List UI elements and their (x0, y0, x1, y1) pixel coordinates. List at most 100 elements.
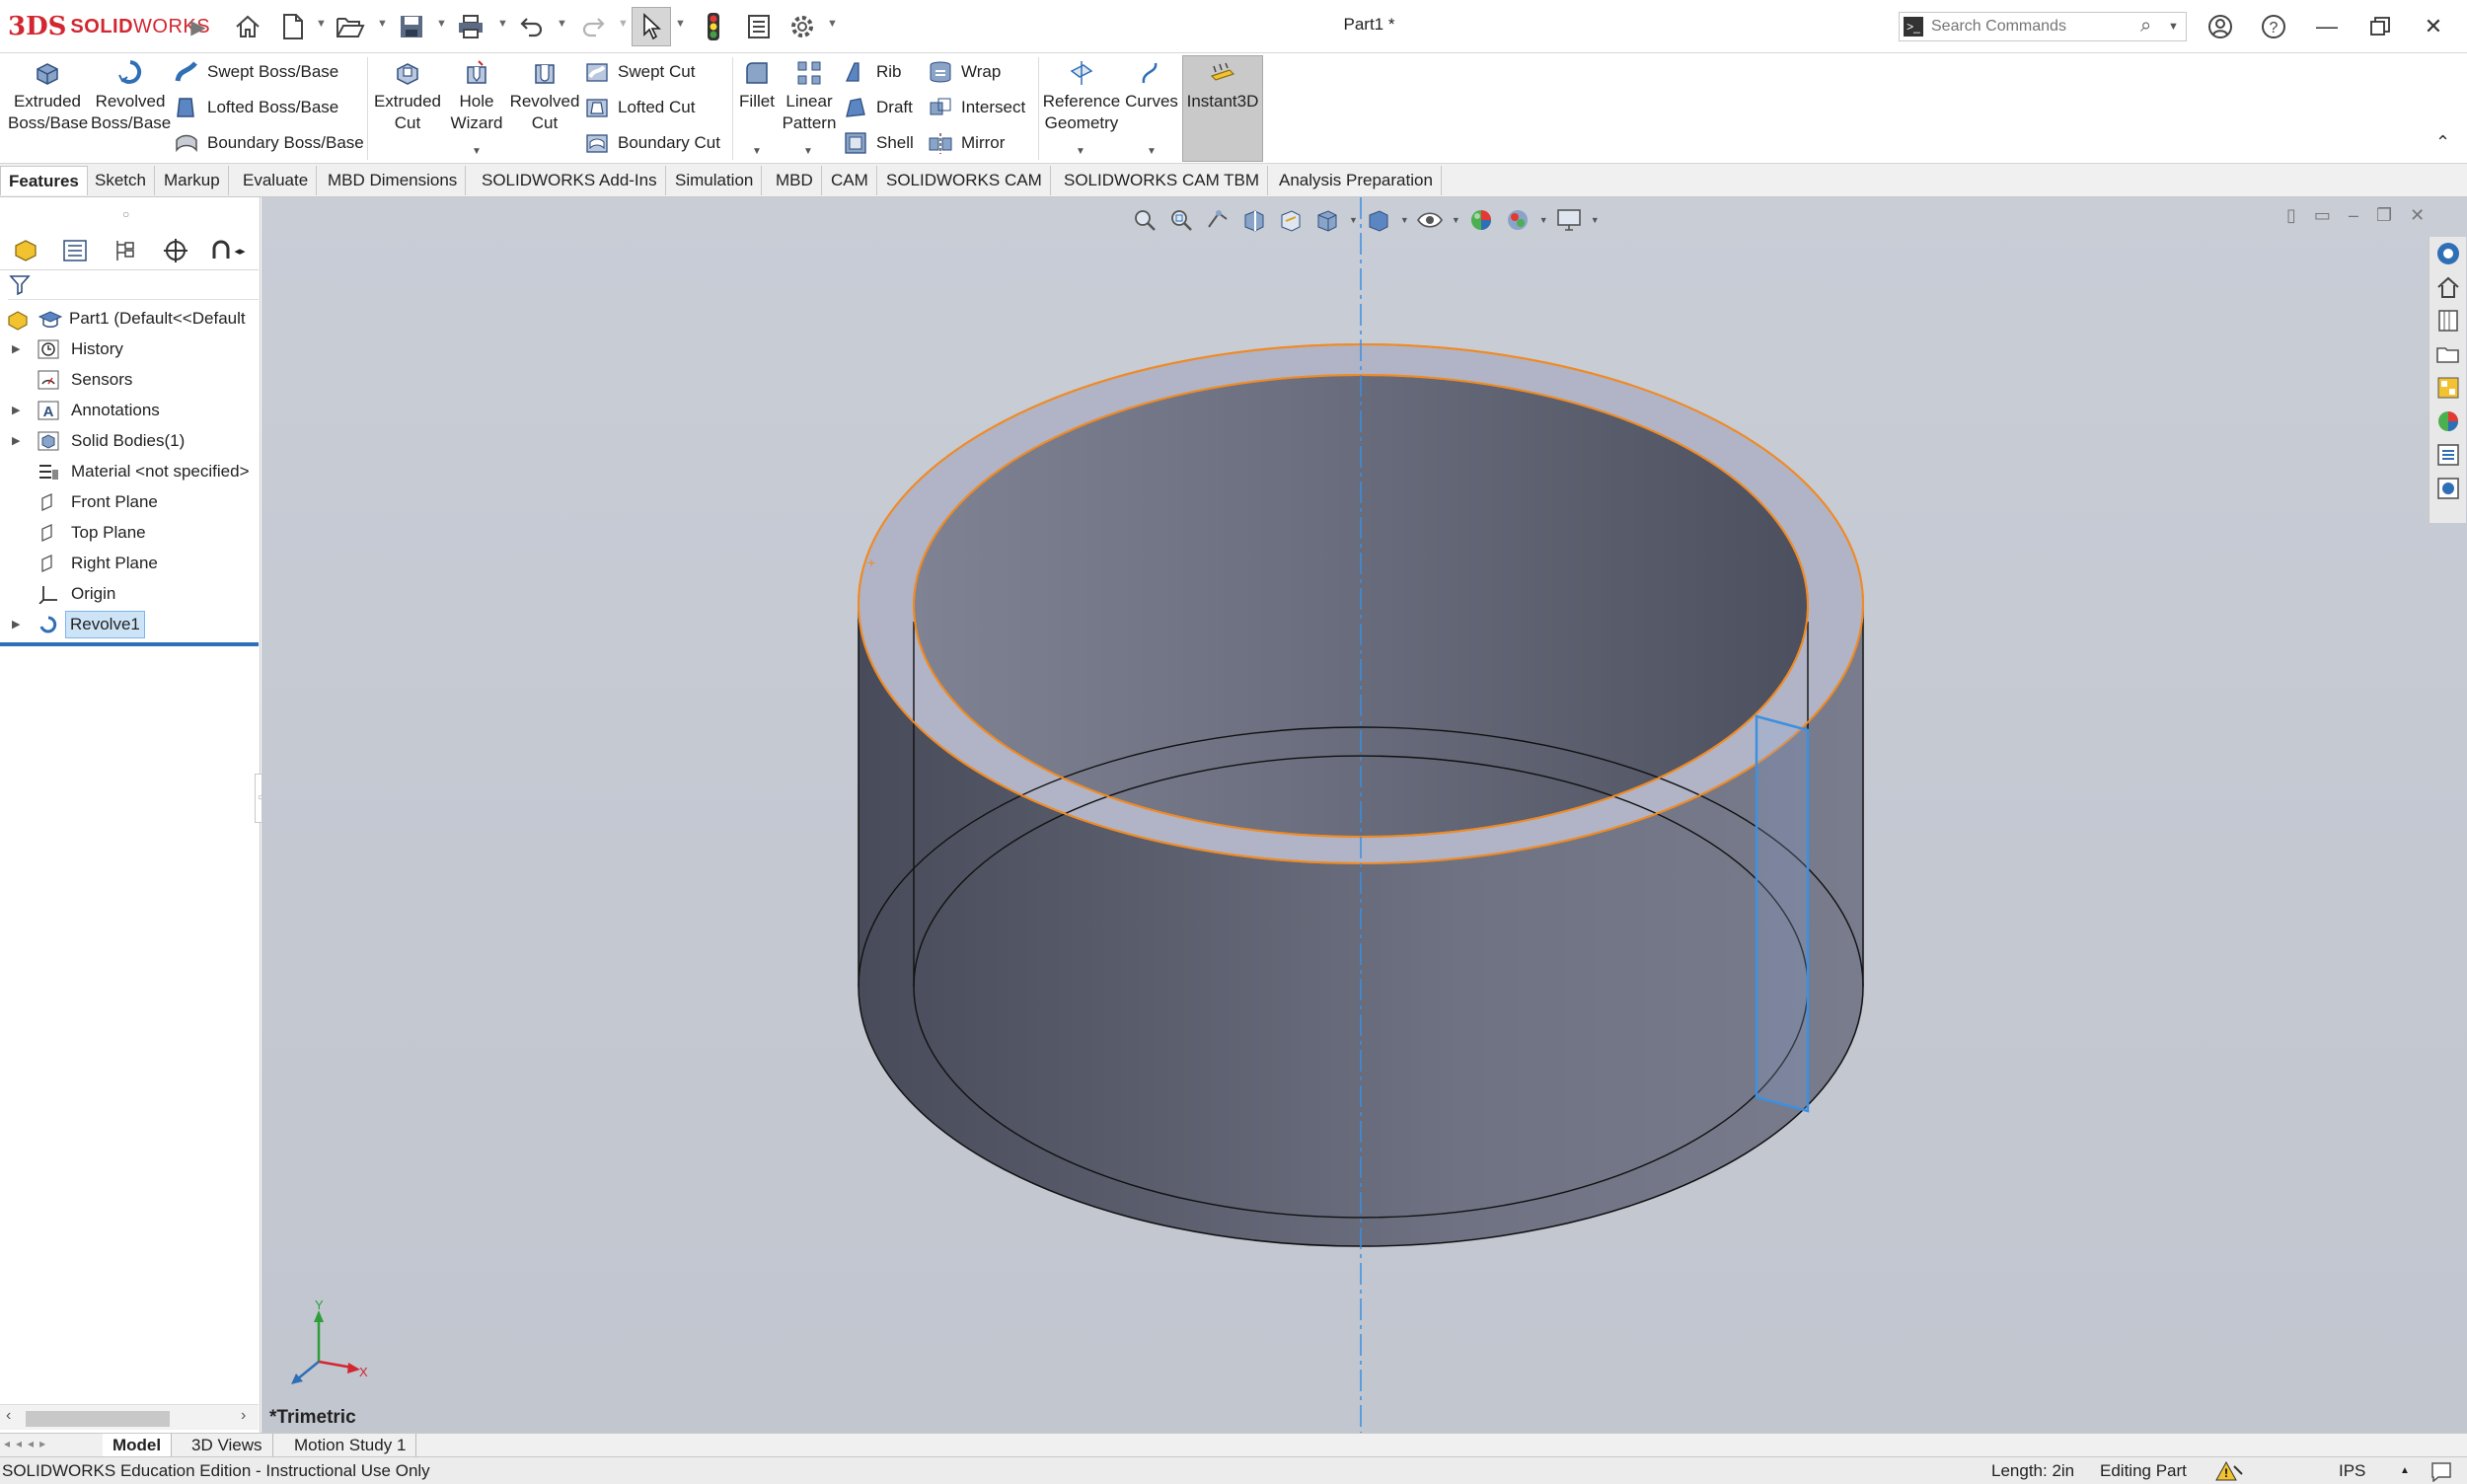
open-icon[interactable] (334, 10, 367, 43)
tab-cam[interactable]: CAM (823, 166, 877, 195)
open-dropdown-icon[interactable]: ▼ (377, 18, 388, 30)
extruded-cut-button[interactable]: Extruded Cut (371, 57, 444, 134)
extruded-boss-button[interactable]: Extruded Boss/Base (8, 57, 88, 134)
undo-dropdown-icon[interactable]: ▼ (557, 18, 567, 30)
tree-item-annotations[interactable]: ▶ A Annotations (0, 396, 259, 425)
tree-filter[interactable] (8, 272, 259, 300)
save-dropdown-icon[interactable]: ▼ (436, 18, 447, 30)
revolve-profile-sketch[interactable] (1755, 714, 1810, 1113)
feature-manager-tab-icon[interactable] (4, 235, 47, 266)
solidworks-forum-icon[interactable] (2435, 476, 2461, 501)
rollback-bar[interactable] (0, 642, 259, 646)
redo-icon[interactable] (576, 10, 610, 43)
tab-markup[interactable]: Markup (156, 166, 229, 195)
swept-boss-button[interactable]: Swept Boss/Base (174, 57, 338, 87)
quick-tips-icon[interactable] (2430, 1460, 2453, 1484)
unit-system[interactable]: IPS (2339, 1457, 2365, 1484)
home-icon[interactable] (231, 10, 264, 43)
tree-horizontal-scrollbar[interactable]: ‹ › (0, 1404, 259, 1430)
hole-wizard-button[interactable]: Hole Wizard (446, 57, 507, 134)
display-manager-tab-icon[interactable]: ◂▸ (203, 235, 253, 266)
wrap-button[interactable]: Wrap (928, 57, 1001, 87)
lofted-boss-button[interactable]: Lofted Boss/Base (174, 93, 338, 122)
print-dropdown-icon[interactable]: ▼ (497, 18, 508, 30)
panel-tabs-scroll-icon[interactable]: ◂▸ (234, 245, 245, 258)
tab-solidworks-cam-tbm[interactable]: SOLIDWORKS CAM TBM (1056, 166, 1269, 195)
new-dropdown-icon[interactable]: ▼ (316, 18, 327, 30)
tab-solidworks-cam[interactable]: SOLIDWORKS CAM (878, 166, 1051, 195)
custom-properties-icon[interactable] (2435, 442, 2461, 468)
curves-button[interactable]: Curves (1123, 57, 1180, 112)
rebuild-warning-icon[interactable]: ! (2214, 1460, 2244, 1484)
save-icon[interactable] (395, 10, 428, 43)
expand-arrow-icon[interactable]: ▶ (12, 610, 20, 639)
pattern-dropdown-icon[interactable]: ▼ (803, 146, 813, 157)
tab-mbd[interactable]: MBD (768, 166, 822, 195)
tab-motion-study-1[interactable]: Motion Study 1 (284, 1434, 417, 1457)
tree-item-origin[interactable]: Origin (0, 579, 259, 609)
scroll-thumb[interactable] (26, 1411, 170, 1427)
select-dropdown-icon[interactable]: ▼ (675, 18, 686, 30)
revolved-boss-button[interactable]: Revolved Boss/Base (91, 57, 171, 134)
tree-item-material[interactable]: Material <not specified> (0, 457, 259, 486)
tab-sketch[interactable]: Sketch (87, 166, 155, 195)
tree-item-solid-bodies[interactable]: ▶ Solid Bodies(1) (0, 426, 259, 456)
cylinder-ring-model[interactable]: + Y X (262, 197, 2467, 1433)
dimxpert-manager-tab-icon[interactable] (154, 235, 197, 266)
home-tab-icon[interactable] (2435, 274, 2461, 300)
file-explorer-icon[interactable] (2435, 341, 2461, 367)
options-dropdown-icon[interactable]: ▼ (827, 18, 838, 30)
tree-item-right-plane[interactable]: Right Plane (0, 549, 259, 578)
swept-cut-button[interactable]: Swept Cut (584, 57, 695, 87)
close-window-icon[interactable]: ✕ (2414, 8, 2453, 45)
tree-item-front-plane[interactable]: Front Plane (0, 487, 259, 517)
restore-window-icon[interactable] (2360, 8, 2400, 45)
fillet-dropdown-icon[interactable]: ▼ (752, 146, 762, 157)
tab-analysis-preparation[interactable]: Analysis Preparation (1271, 166, 1442, 195)
unit-system-dropdown-icon[interactable]: ▲ (2400, 1457, 2410, 1484)
lofted-cut-button[interactable]: Lofted Cut (584, 93, 695, 122)
expand-arrow-icon[interactable]: ▶ (12, 426, 20, 456)
tree-item-sensors[interactable]: Sensors (0, 365, 259, 395)
boundary-boss-button[interactable]: Boundary Boss/Base (174, 128, 364, 158)
minimize-window-icon[interactable]: — (2307, 8, 2347, 45)
scroll-right-icon[interactable]: › (241, 1407, 246, 1425)
tab-evaluate[interactable]: Evaluate (235, 166, 318, 195)
options-gear-icon[interactable] (785, 10, 819, 43)
tree-item-revolve1[interactable]: ▶ Revolve1 (0, 610, 259, 639)
filter-funnel-icon[interactable] (8, 272, 32, 296)
tree-item-history[interactable]: ▶ History (0, 334, 259, 364)
search-icon[interactable]: ⌕ (2140, 15, 2151, 37)
undo-icon[interactable] (515, 10, 549, 43)
configuration-manager-tab-icon[interactable] (105, 235, 148, 266)
rib-button[interactable]: Rib (843, 57, 902, 87)
tab-3d-views[interactable]: 3D Views (182, 1434, 273, 1457)
reference-geometry-dropdown-icon[interactable]: ▼ (1076, 146, 1085, 157)
view-palette-icon[interactable] (2435, 375, 2461, 401)
tab-simulation[interactable]: Simulation (667, 166, 763, 195)
mirror-button[interactable]: Mirror (928, 128, 1005, 158)
redo-dropdown-icon[interactable]: ▼ (618, 18, 629, 30)
appearances-scenes-icon[interactable] (2435, 408, 2461, 434)
user-account-icon[interactable] (2201, 8, 2240, 45)
tab-solidworks-add-ins[interactable]: SOLIDWORKS Add-Ins (474, 166, 666, 195)
intersect-button[interactable]: Intersect (928, 93, 1025, 122)
print-icon[interactable] (454, 10, 487, 43)
hole-wizard-dropdown-icon[interactable]: ▼ (472, 146, 482, 157)
scroll-left-icon[interactable]: ‹ (6, 1407, 11, 1425)
select-arrow-icon[interactable] (632, 7, 671, 46)
linear-pattern-button[interactable]: Linear Pattern (780, 57, 839, 134)
search-dropdown-icon[interactable]: ▼ (2168, 21, 2179, 33)
draft-button[interactable]: Draft (843, 93, 913, 122)
tree-root-part[interactable]: Part1 (Default<<Default (0, 304, 259, 334)
property-manager-tab-icon[interactable] (53, 235, 97, 266)
revolved-cut-button[interactable]: Revolved Cut (509, 57, 580, 134)
reference-geometry-button[interactable]: Reference Geometry (1040, 57, 1123, 134)
rebuild-traffic-light-icon[interactable] (697, 10, 730, 43)
new-document-icon[interactable] (276, 10, 310, 43)
tab-mbd-dimensions[interactable]: MBD Dimensions (320, 166, 467, 195)
search-commands-box[interactable]: >_ ⌕ ▼ (1899, 12, 2187, 41)
collapse-ribbon-icon[interactable]: ⌃ (2435, 132, 2450, 153)
expand-arrow-icon[interactable]: ▶ (12, 334, 20, 364)
tab-model[interactable]: Model (103, 1434, 173, 1457)
